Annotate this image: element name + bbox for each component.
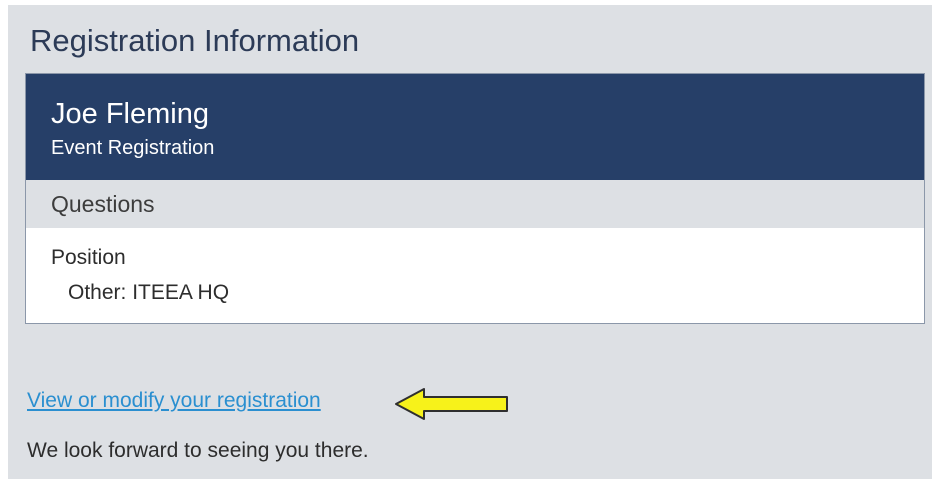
question-label: Position [51,246,126,269]
registration-panel: Registration Information Joe Fleming Eve… [8,5,932,479]
question-list: Position Other: ITEEA HQ [26,228,924,323]
registration-card: Joe Fleming Event Registration Questions… [25,73,925,324]
questions-header: Questions [26,180,924,228]
left-arrow-icon [395,388,508,420]
registrant-name: Joe Fleming [51,98,209,130]
question-answer: Other: ITEEA HQ [68,281,230,304]
questions-label: Questions [51,191,155,217]
section-title: Registration Information [30,23,360,58]
closing-message: We look forward to seeing you there. [27,439,369,462]
modify-registration-link[interactable]: View or modify your registration [27,389,321,413]
registration-type: Event Registration [51,137,215,159]
card-header: Joe Fleming Event Registration [26,74,924,180]
